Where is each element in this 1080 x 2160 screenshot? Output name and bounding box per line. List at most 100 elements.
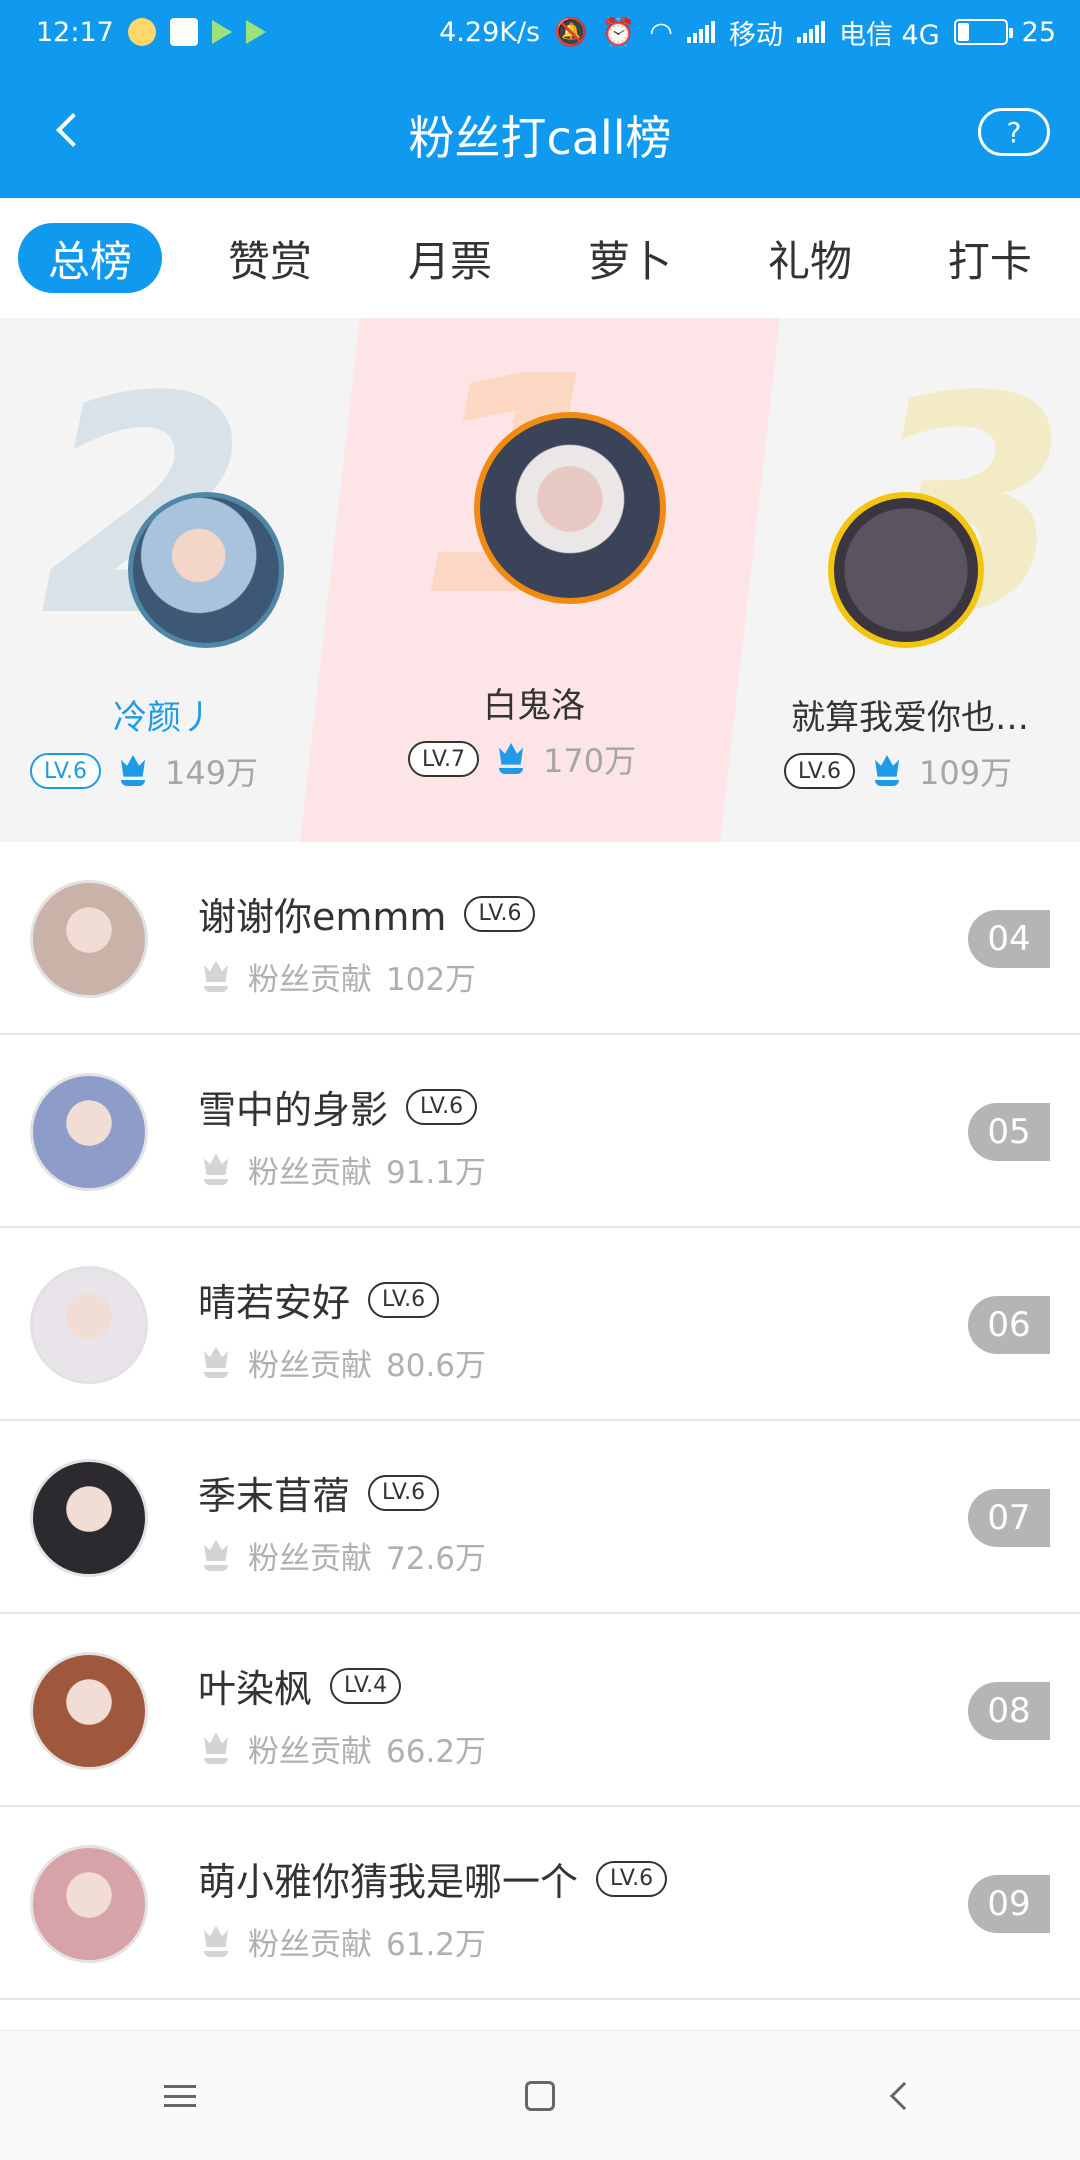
rank-badge: 04 <box>968 910 1050 968</box>
user-name: 晴若安好 <box>198 1281 351 1325</box>
app-notification-icon <box>127 18 156 46</box>
contribution-label: 粉丝贡献 <box>248 1348 372 1384</box>
level-badge: LV.6 <box>784 753 856 789</box>
status-time: 12:17 <box>36 16 114 48</box>
avatar[interactable] <box>30 880 148 998</box>
top-three-podium: 2 1 3 冷颜丿 白鬼洛 就算我爱你也… LV.6 149万 LV.7 170… <box>0 318 1080 842</box>
list-item[interactable]: 萌小雅你猜我是哪一个 LV.6 粉丝贡献 61.2万 09 <box>0 1807 1080 2000</box>
avatar[interactable] <box>30 1845 148 1963</box>
card-notification-icon <box>169 18 198 46</box>
contribution-count: 72.6万 <box>386 1541 487 1577</box>
avatar[interactable] <box>30 1266 148 1384</box>
first-place-avatar[interactable] <box>474 412 666 604</box>
alarm-icon: ⏰ <box>601 17 636 48</box>
second-place-name[interactable]: 冷颜丿 <box>14 690 314 739</box>
contribution-count: 149万 <box>165 754 259 792</box>
status-bar: 12:17 4.29K/s 🔕 ⏰ ◠ 移动 电信 4G 25 <box>0 0 1080 64</box>
flower-icon <box>115 753 151 789</box>
battery-icon <box>953 19 1013 45</box>
first-place-name[interactable]: 白鬼洛 <box>384 678 684 727</box>
contribution-label: 粉丝贡献 <box>248 1155 372 1191</box>
third-place-name[interactable]: 就算我爱你也… <box>760 690 1060 739</box>
contribution-label: 粉丝贡献 <box>248 1541 372 1577</box>
nav-menu-button[interactable] <box>135 2056 225 2136</box>
contribution-count: 91.1万 <box>386 1155 487 1191</box>
video-notification-icon <box>211 20 232 44</box>
nav-home-button[interactable] <box>495 2056 585 2136</box>
list-item[interactable]: 晴若安好 LV.6 粉丝贡献 80.6万 06 <box>0 1228 1080 1421</box>
carrier-1: 移动 <box>728 19 783 51</box>
carrier-2: 电信 4G <box>838 19 940 51</box>
contribution-count: 66.2万 <box>386 1734 487 1770</box>
contribution-count: 109万 <box>919 754 1013 792</box>
second-place-meta: LV.6 149万 <box>30 748 258 794</box>
flower-icon <box>198 959 234 995</box>
avatar[interactable] <box>30 1652 148 1770</box>
flower-icon <box>198 1345 234 1381</box>
question-icon: ? <box>1006 115 1022 149</box>
user-name: 雪中的身影 <box>198 1088 389 1132</box>
rank-badge: 09 <box>968 1875 1050 1933</box>
flower-icon <box>869 753 905 789</box>
level-badge: LV.6 <box>596 1860 668 1897</box>
tab-bar: 总榜 赞赏 月票 萝卜 礼物 打卡 <box>0 198 1080 318</box>
menu-icon <box>164 2084 196 2107</box>
contribution-count: 61.2万 <box>386 1927 487 1963</box>
level-badge: LV.6 <box>464 895 536 932</box>
flower-icon <box>198 1152 234 1188</box>
rank-badge: 07 <box>968 1489 1050 1547</box>
back-icon <box>889 2081 919 2110</box>
user-name: 谢谢你emmm <box>198 895 447 939</box>
level-badge: LV.6 <box>406 1088 478 1125</box>
status-right: 4.29K/s 🔕 ⏰ ◠ 移动 电信 4G 25 <box>439 13 1056 52</box>
second-place-avatar[interactable] <box>128 492 284 648</box>
avatar[interactable] <box>30 1459 148 1577</box>
contribution-count: 102万 <box>386 962 477 998</box>
signal-icon <box>686 21 715 43</box>
list-item[interactable]: 叶染枫 LV.4 粉丝贡献 66.2万 08 <box>0 1614 1080 1807</box>
home-icon <box>525 2080 555 2111</box>
avatar[interactable] <box>30 1073 148 1191</box>
help-button[interactable]: ? <box>978 108 1050 156</box>
level-badge: LV.6 <box>30 753 102 789</box>
flower-icon <box>198 1538 234 1574</box>
tab-gift[interactable]: 礼物 <box>738 223 882 293</box>
contribution-count: 170万 <box>543 742 637 780</box>
list-item[interactable]: 雪中的身影 LV.6 粉丝贡献 91.1万 05 <box>0 1035 1080 1228</box>
tab-checkin[interactable]: 打卡 <box>918 223 1062 293</box>
flower-icon <box>493 741 529 777</box>
contribution-count: 80.6万 <box>386 1348 487 1384</box>
contribution-label: 粉丝贡献 <box>248 962 372 998</box>
user-name: 叶染枫 <box>198 1667 313 1711</box>
ranking-list: 谢谢你emmm LV.6 粉丝贡献 102万 04 雪中的身影 LV.6 粉丝贡… <box>0 842 1080 2000</box>
tab-total[interactable]: 总榜 <box>18 223 163 293</box>
rank-badge: 08 <box>968 1682 1050 1740</box>
list-item[interactable]: 季末苜蓿 LV.6 粉丝贡献 72.6万 07 <box>0 1421 1080 1614</box>
nav-back-button[interactable] <box>855 2056 945 2136</box>
level-badge: LV.4 <box>330 1667 402 1704</box>
flower-icon <box>198 1731 234 1767</box>
mute-icon: 🔕 <box>554 17 588 48</box>
app-header: 粉丝打call榜 ? <box>0 64 1080 198</box>
tab-monthly-ticket[interactable]: 月票 <box>378 223 522 293</box>
contribution-label: 粉丝贡献 <box>248 1734 372 1770</box>
video-notification-icon <box>245 20 266 44</box>
first-place-meta: LV.7 170万 <box>408 736 636 782</box>
battery-level: 25 <box>1021 16 1056 48</box>
list-item[interactable]: 谢谢你emmm LV.6 粉丝贡献 102万 04 <box>0 842 1080 1035</box>
user-name: 季末苜蓿 <box>198 1474 351 1518</box>
signal-icon <box>796 21 825 43</box>
system-nav-bar <box>0 2030 1080 2160</box>
tab-radish[interactable]: 萝卜 <box>558 223 702 293</box>
tab-appreciation[interactable]: 赞赏 <box>198 223 342 293</box>
status-left: 12:17 <box>36 17 266 48</box>
third-place-meta: LV.6 109万 <box>784 748 1012 794</box>
rank-badge: 06 <box>968 1296 1050 1354</box>
page-title: 粉丝打call榜 <box>408 111 672 165</box>
net-speed: 4.29K/s <box>439 16 541 48</box>
level-badge: LV.6 <box>368 1474 440 1511</box>
contribution-label: 粉丝贡献 <box>248 1927 372 1963</box>
level-badge: LV.6 <box>368 1281 440 1318</box>
third-place-avatar[interactable] <box>828 492 984 648</box>
user-name: 萌小雅你猜我是哪一个 <box>198 1860 579 1904</box>
